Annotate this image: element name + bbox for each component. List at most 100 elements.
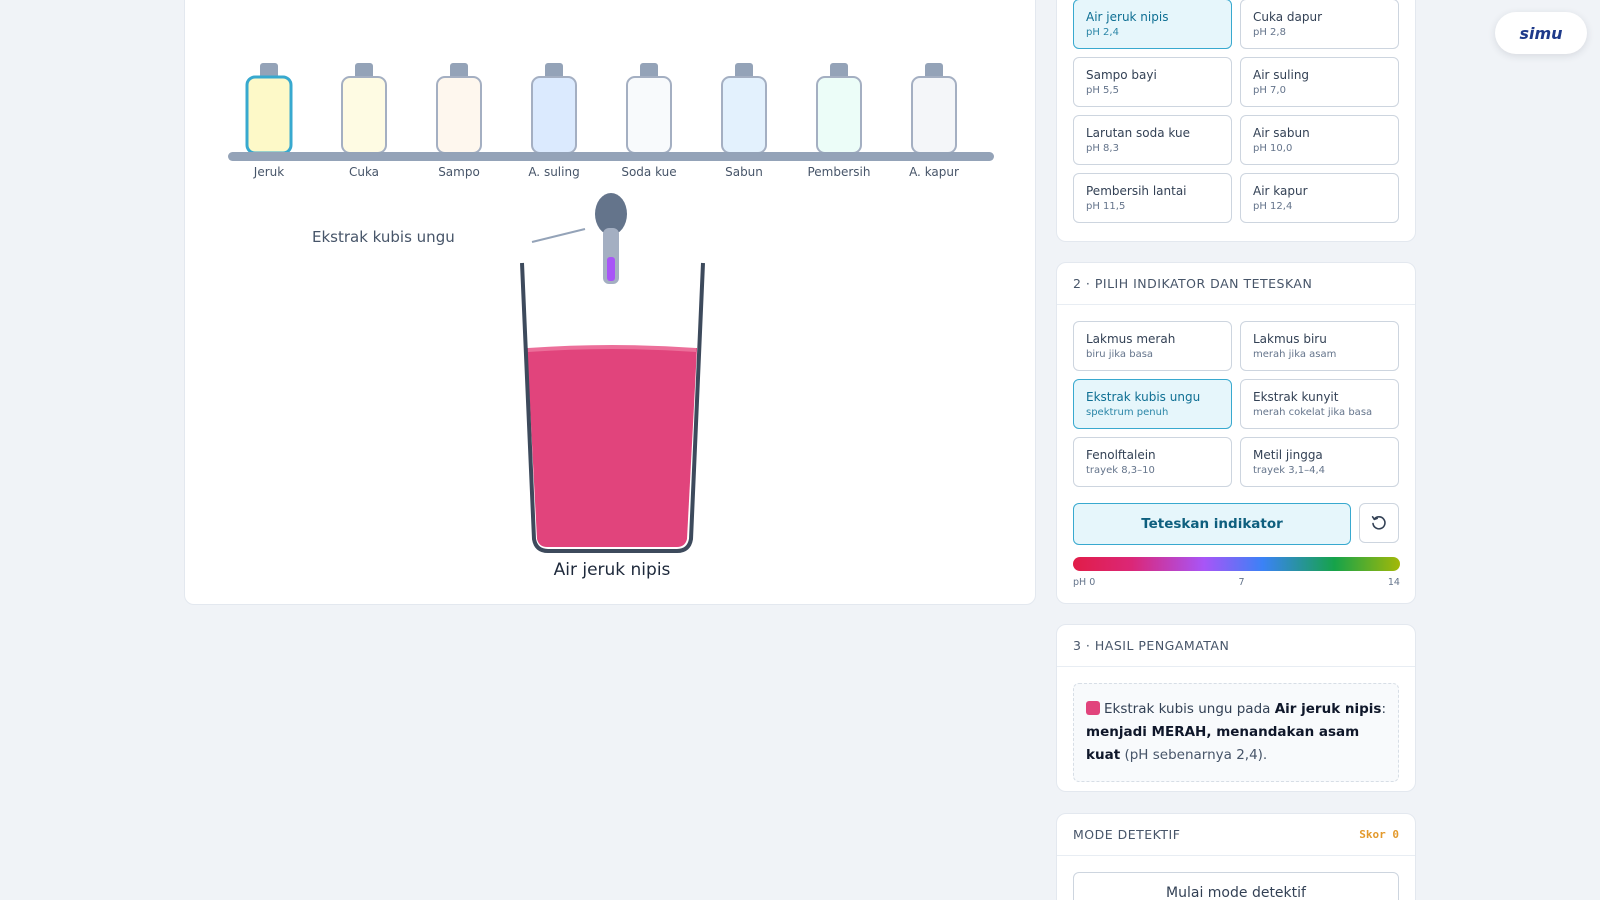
sample-option-subtitle: pH 10,0	[1253, 143, 1293, 154]
bottle[interactable]: Soda kue	[621, 63, 677, 179]
ph-scale-mid: 7	[1238, 577, 1245, 588]
sample-option-subtitle: pH 2,4	[1086, 27, 1119, 38]
sample-option-title: Sampo bayi	[1086, 68, 1157, 82]
indicator-option-subtitle: biru jika basa	[1086, 349, 1154, 360]
ph-color-scale	[1073, 557, 1400, 571]
result-box: Ekstrak kubis ungu pada Air jeruk nipis:…	[1073, 683, 1399, 782]
result-panel-header: 3 · HASIL PENGAMATAN	[1057, 625, 1415, 667]
indicator-panel-header: 2 · PILIH INDIKATOR DAN TETESKAN	[1057, 263, 1415, 305]
indicator-option[interactable]: Ekstrak kubis ungu spektrum penuh	[1073, 379, 1232, 429]
sample-option[interactable]: Sampo bayi pH 5,5	[1073, 57, 1232, 107]
indicator-option-title: Ekstrak kubis ungu	[1086, 390, 1201, 404]
detective-panel: MODE DETEKTIF Skor 0 Mulai mode detektif	[1056, 813, 1416, 900]
indicator-grid: Lakmus merah biru jika basa Lakmus biru mer…	[1057, 305, 1415, 503]
indicator-option[interactable]: Fenolftalein trayek 8,3–10	[1073, 437, 1232, 487]
drop-indicator-button[interactable]: Teteskan indikator	[1073, 503, 1351, 545]
sample-option[interactable]: Air jeruk nipis pH 2,4	[1073, 0, 1232, 49]
indicator-option-title: Metil jingga	[1253, 448, 1323, 462]
reset-button[interactable]	[1359, 503, 1399, 543]
indicator-option[interactable]: Lakmus merah biru jika basa	[1073, 321, 1232, 371]
indicator-option[interactable]: Lakmus biru merah jika asam	[1240, 321, 1399, 371]
bottle-label: Cuka	[349, 165, 379, 179]
sample-option-title: Pembersih lantai	[1086, 184, 1187, 198]
ph-scale-max: 14	[1387, 577, 1400, 588]
sample-option-title: Air suling	[1253, 68, 1310, 82]
logo-text: simu	[1519, 23, 1563, 43]
result-colon: :	[1381, 701, 1387, 717]
sample-option[interactable]: Cuka dapur pH 2,8	[1240, 0, 1399, 49]
indicator-option-title: Ekstrak kunyit	[1253, 390, 1339, 404]
bottle[interactable]: Sampo	[436, 63, 482, 179]
sample-option-subtitle: pH 8,3	[1086, 143, 1119, 154]
indicator-option-subtitle: spektrum penuh	[1086, 407, 1169, 418]
indicator-option[interactable]: Ekstrak kunyit merah cokelat jika basa	[1240, 379, 1399, 429]
bottle[interactable]: A. suling	[528, 63, 580, 179]
sample-option-title: Air sabun	[1253, 126, 1310, 140]
sample-option-subtitle: pH 12,4	[1253, 201, 1293, 212]
bottle-label: A. kapur	[909, 165, 959, 179]
sample-option[interactable]: Air sabun pH 10,0	[1240, 115, 1399, 165]
bottle-body	[436, 76, 482, 154]
score-badge: Skor 0	[1359, 828, 1399, 841]
result-panel-title: 3 · HASIL PENGAMATAN	[1073, 638, 1230, 653]
bottle-body	[816, 76, 862, 154]
shelf-bar	[228, 152, 994, 161]
sample-option-title: Larutan soda kue	[1086, 126, 1191, 140]
bottle-label: Sampo	[438, 165, 480, 179]
beaker	[520, 262, 705, 553]
indicator-actions: Teteskan indikator	[1057, 503, 1415, 545]
bottle-body	[911, 76, 957, 154]
sample-option[interactable]: Air kapur pH 12,4	[1240, 173, 1399, 223]
start-detective-button[interactable]: Mulai mode detektif	[1073, 872, 1399, 900]
bottle[interactable]: Cuka	[341, 63, 387, 179]
detective-panel-header: MODE DETEKTIF Skor 0	[1057, 814, 1415, 856]
sample-panel: Air jeruk nipis pH 2,4 Cuka dapur pH 2,8 Sam…	[1056, 0, 1416, 242]
bottle-body	[626, 76, 672, 154]
simu-logo[interactable]: simu	[1495, 12, 1587, 54]
result-panel: 3 · HASIL PENGAMATAN Ekstrak kubis ungu …	[1056, 624, 1416, 792]
indicator-label: Ekstrak kubis ungu	[312, 228, 455, 246]
sample-option[interactable]: Air suling pH 7,0	[1240, 57, 1399, 107]
reset-icon	[1371, 516, 1386, 530]
indicator-option-subtitle: trayek 3,1–4,4	[1253, 465, 1326, 476]
lab-stage: Jeruk Cuka Sampo A. suling Soda kue Sabun Pemb…	[184, 0, 1036, 605]
bottle-body	[531, 76, 577, 154]
beaker-sample-label: Air jeruk nipis	[554, 560, 671, 580]
indicator-option-subtitle: merah cokelat jika basa	[1253, 407, 1373, 418]
bottle[interactable]: Sabun	[721, 63, 767, 179]
sample-option-title: Air kapur	[1253, 184, 1308, 198]
bottle[interactable]: Jeruk	[245, 63, 293, 179]
detective-panel-title: MODE DETEKTIF	[1073, 827, 1181, 842]
indicator-panel-title: 2 · PILIH INDIKATOR DAN TETESKAN	[1073, 276, 1313, 291]
indicator-option-subtitle: trayek 8,3–10	[1086, 465, 1155, 476]
sample-option[interactable]: Larutan soda kue pH 8,3	[1073, 115, 1232, 165]
result-text-part2: (pH sebenarnya 2,4).	[1120, 747, 1268, 763]
bottle-body	[721, 76, 767, 154]
sample-option-subtitle: pH 11,5	[1086, 201, 1126, 212]
sample-grid: Air jeruk nipis pH 2,4 Cuka dapur pH 2,8 Sam…	[1057, 0, 1415, 239]
ph-scale-min: pH 0	[1073, 577, 1096, 588]
indicator-pointer	[531, 228, 586, 243]
indicator-option-title: Lakmus biru	[1253, 332, 1327, 346]
result-text-part1: Ekstrak kubis ungu pada	[1104, 701, 1275, 717]
sample-option-subtitle: pH 5,5	[1086, 85, 1119, 96]
bottle-shelf: Jeruk Cuka Sampo A. suling Soda kue Sabun Pemb…	[245, 63, 959, 179]
sample-option[interactable]: Pembersih lantai pH 11,5	[1073, 173, 1232, 223]
bottle-label: Jeruk	[253, 165, 284, 179]
beaker-liquid	[527, 348, 697, 547]
bottle[interactable]: Pembersih	[807, 63, 871, 179]
dropper-indicator-liquid	[607, 257, 615, 281]
bottle-body	[341, 76, 387, 154]
bottle-label: Pembersih	[807, 165, 870, 179]
bottle-label: Sabun	[725, 165, 763, 179]
bottle-label: A. suling	[528, 165, 579, 179]
lab-scene: Jeruk Cuka Sampo A. suling Soda kue Sabun Pemb…	[228, 63, 994, 580]
sample-option-title: Cuka dapur	[1253, 10, 1323, 24]
indicator-option[interactable]: Metil jingga trayek 3,1–4,4	[1240, 437, 1399, 487]
result-color-swatch	[1086, 701, 1100, 715]
indicator-panel: 2 · PILIH INDIKATOR DAN TETESKAN Lakmus …	[1056, 262, 1416, 604]
bottle[interactable]: A. kapur	[909, 63, 959, 179]
dropper[interactable]	[595, 193, 627, 284]
sample-option-subtitle: pH 7,0	[1253, 85, 1286, 96]
bottle-label: Soda kue	[621, 165, 676, 179]
